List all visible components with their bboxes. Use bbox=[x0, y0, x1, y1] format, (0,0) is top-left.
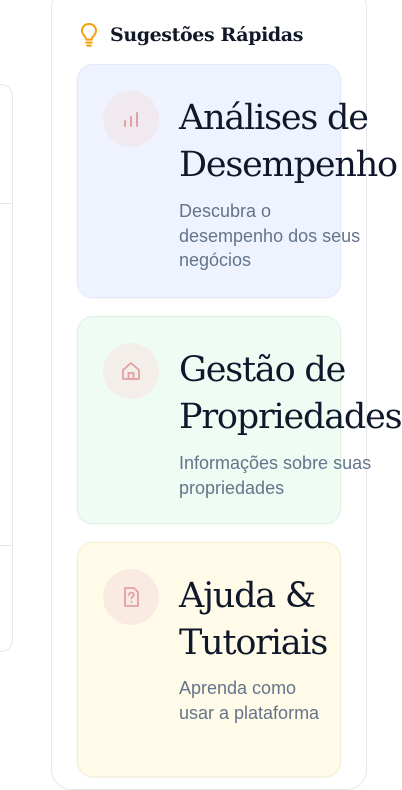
card-title-line: Propriedades bbox=[179, 397, 402, 437]
left-content-card bbox=[0, 84, 13, 652]
card-title-line: Gestão de bbox=[179, 350, 346, 390]
card-title: Análises de Desempenho bbox=[179, 95, 402, 189]
card-description: Descubra o desempenho dos seus negócios bbox=[179, 201, 361, 270]
card-title: Ajuda & Tutoriais bbox=[179, 573, 402, 667]
card-title-line: Ajuda & bbox=[179, 576, 316, 616]
lightbulb-icon bbox=[81, 23, 97, 47]
bar-chart-icon bbox=[124, 112, 138, 127]
card-title: Gestão de Propriedades bbox=[179, 347, 402, 441]
card-title-line: Tutoriais bbox=[179, 623, 328, 663]
icon-badge bbox=[103, 343, 159, 399]
card-title-line: Desempenho bbox=[179, 145, 398, 185]
card-description: Aprenda como usar a plataforma bbox=[179, 678, 320, 723]
suggestion-card-help-tutorials[interactable]: Ajuda & Tutoriais Aprenda como usar a pl… bbox=[77, 542, 341, 777]
icon-badge bbox=[103, 569, 159, 625]
suggestion-card-performance-analysis[interactable]: Análises de Desempenho Descubra o desemp… bbox=[77, 64, 398, 298]
card-title-line: Análises de bbox=[179, 98, 369, 138]
help-file-icon bbox=[124, 587, 139, 607]
quick-suggestions-header: Sugestões Rápidas bbox=[80, 20, 303, 50]
left-card-divider bbox=[0, 203, 12, 204]
icon-badge bbox=[103, 91, 159, 147]
panel-title: Sugestões Rápidas bbox=[110, 24, 303, 46]
home-icon bbox=[122, 362, 140, 380]
suggestion-card-property-management[interactable]: Gestão de Propriedades Informações sobre… bbox=[77, 316, 402, 524]
card-description: Informações sobre suas propriedades bbox=[179, 453, 372, 498]
left-card-divider bbox=[0, 545, 12, 546]
